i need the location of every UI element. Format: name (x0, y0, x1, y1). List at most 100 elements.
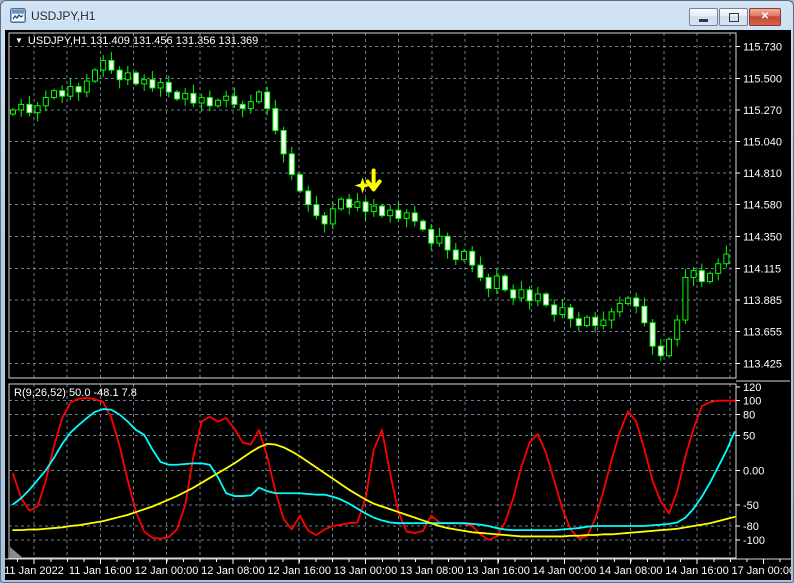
price-tick-label: 115.500 (743, 73, 782, 85)
time-tick-label: 14 Jan 00:00 (533, 565, 597, 577)
bull-candle (493, 275, 500, 289)
osc-tick-label: 0.00 (743, 465, 764, 477)
time-tick-label: 13 Jan 00:00 (334, 565, 398, 577)
close-button[interactable]: ✕ (749, 8, 781, 26)
bear-candle (116, 69, 123, 81)
bear-candle (206, 97, 213, 107)
bear-candle (649, 322, 656, 347)
chevron-down-icon[interactable]: ▼ (15, 36, 23, 45)
bear-candle (477, 264, 484, 278)
bull-candle (10, 109, 16, 115)
bear-candle (305, 190, 312, 206)
bear-candle (633, 297, 640, 307)
osc-tick-label: -50 (743, 500, 759, 512)
bull-candle (100, 59, 107, 71)
chart-canvas[interactable]: 115.730 115.500 115.270 115.040 114.810 114.5… (5, 30, 791, 580)
time-tick-label: 13 Jan 08:00 (400, 565, 464, 577)
price-tick-label: 115.730 (743, 42, 782, 54)
bull-candle (370, 205, 377, 213)
indicator-pane-border (8, 383, 737, 559)
bear-candle (272, 108, 279, 132)
bear-candle (452, 249, 459, 261)
bear-candle (592, 316, 599, 327)
bear-candle (641, 305, 648, 324)
osc-tick-label: 80 (743, 410, 755, 422)
time-tick-label: 11 Jan 2022 (5, 565, 64, 577)
minimize-button[interactable] (689, 8, 718, 26)
bear-candle (313, 204, 320, 217)
bear-candle (26, 103, 33, 114)
bull-candle (354, 201, 361, 208)
bull-candle (223, 95, 230, 101)
restore-button[interactable] (719, 8, 748, 26)
time-tick-label: 14 Jan 08:00 (599, 565, 663, 577)
window-title: USDJPY,H1 (31, 8, 96, 23)
bull-candle (83, 80, 90, 93)
price-tick-label: 114.350 (743, 231, 782, 243)
price-tick-label: 113.885 (743, 295, 782, 307)
time-tick-label: 14 Jan 16:00 (665, 565, 729, 577)
bull-candle (198, 97, 205, 104)
bull-candle (338, 198, 344, 210)
bear-candle (551, 304, 558, 316)
bull-candle (42, 97, 49, 107)
bull-candle (674, 319, 681, 340)
price-tick-label: 115.040 (743, 136, 782, 148)
osc-tick-label: -80 (743, 521, 759, 533)
bull-candle (92, 69, 98, 82)
time-tick-label: 12 Jan 16:00 (267, 565, 331, 577)
bull-candle (247, 101, 254, 110)
ohlc-header: ▼ USDJPY,H1 131.409 131.456 131.356 131.3… (15, 35, 258, 47)
time-tick-label: 11 Jan 16:00 (69, 565, 132, 577)
bear-candle (379, 205, 385, 217)
bear-candle (485, 276, 492, 289)
bear-candle (108, 59, 115, 71)
bear-candle (567, 307, 574, 320)
osc-tick-label: 50 (743, 431, 755, 443)
bear-candle (428, 228, 435, 244)
bear-candle (444, 235, 451, 251)
bear-candle (698, 270, 705, 283)
chart-client-area[interactable]: 115.730 115.500 115.270 115.040 114.810 114.5… (5, 30, 791, 580)
bull-candle (690, 270, 697, 278)
bull-candle (34, 105, 41, 114)
bull-candle (723, 253, 730, 265)
bear-candle (502, 275, 508, 291)
pane-corner-triangle (10, 547, 23, 558)
minimize-icon (699, 19, 708, 22)
bull-candle (666, 338, 672, 357)
bear-candle (149, 79, 156, 89)
bull-candle (329, 208, 336, 225)
bear-candle (510, 289, 517, 299)
bull-candle (616, 303, 623, 313)
oscillator-line-slow (12, 442, 736, 538)
bear-candle (575, 318, 582, 327)
chart-window: USDJPY,H1 ✕ 115.730 115.500 115.270 115.040… (0, 0, 794, 583)
bull-candle (608, 311, 615, 321)
time-tick-label: 17 Jan 00:00 (731, 565, 791, 577)
bull-candle (584, 316, 590, 327)
osc-tick-label: 120 (743, 382, 761, 394)
bear-candle (133, 72, 139, 85)
time-tick-label: 13 Jan 16:00 (466, 565, 530, 577)
price-tick-label: 113.425 (743, 358, 782, 370)
bull-candle (518, 289, 525, 299)
titlebar[interactable]: USDJPY,H1 ✕ (1, 1, 793, 30)
time-tick-label: 12 Jan 08:00 (201, 565, 265, 577)
bear-candle (526, 289, 533, 302)
bull-candle (157, 81, 164, 89)
bull-candle (67, 86, 74, 97)
bull-candle (387, 209, 394, 217)
bull-candle (141, 79, 148, 85)
bull-candle (600, 319, 607, 327)
bull-candle (625, 297, 631, 305)
time-tick-label: 12 Jan 00:00 (135, 565, 199, 577)
bull-candle (436, 235, 443, 244)
bear-candle (469, 250, 476, 266)
osc-tick-label: 100 (743, 396, 761, 408)
bear-candle (395, 209, 402, 219)
bear-candle (174, 91, 180, 100)
bull-candle (403, 212, 410, 219)
close-icon: ✕ (760, 11, 770, 22)
ohlc-text: USDJPY,H1 131.409 131.456 131.356 131.36… (27, 35, 259, 47)
